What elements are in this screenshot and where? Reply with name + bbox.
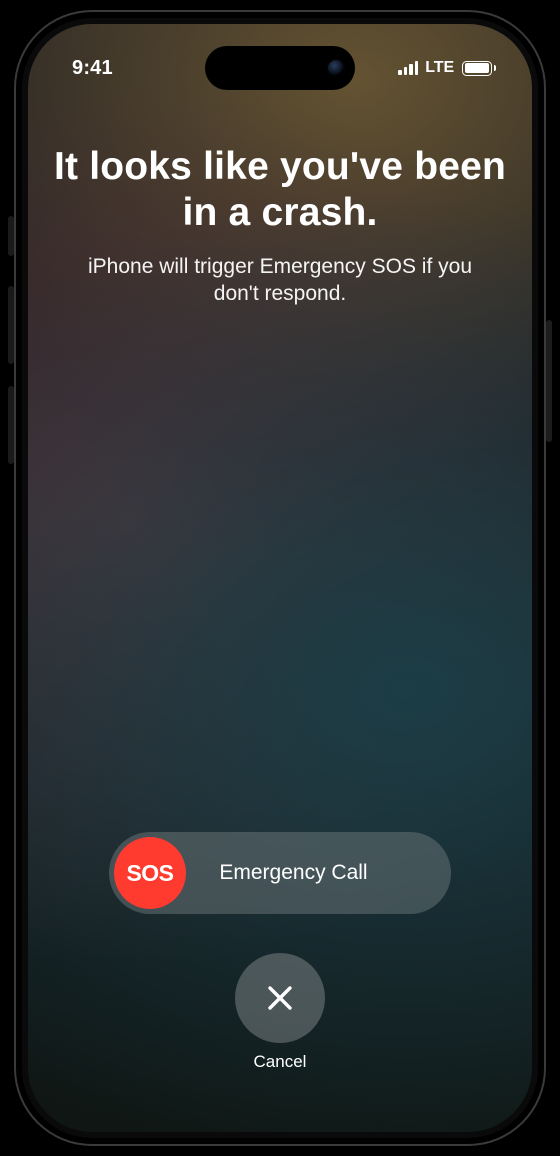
cancel-button[interactable]	[235, 953, 325, 1043]
page-subtitle: iPhone will trigger Emergency SOS if you…	[48, 254, 512, 308]
status-bar: 9:41 LTE	[28, 46, 532, 90]
phone-frame: 9:41 LTE It looks like you've been in a …	[14, 10, 546, 1146]
cancel-label: Cancel	[254, 1052, 307, 1072]
status-time: 9:41	[72, 57, 113, 80]
page-title: It looks like you've been in a crash.	[48, 144, 512, 236]
close-icon	[263, 981, 297, 1015]
battery-icon	[462, 61, 496, 76]
crash-detection-content: It looks like you've been in a crash. iP…	[28, 144, 532, 1132]
emergency-call-label: Emergency Call	[166, 861, 431, 885]
cancel-group: Cancel	[235, 953, 325, 1072]
screen: 9:41 LTE It looks like you've been in a …	[28, 24, 532, 1132]
side-power-button[interactable]	[546, 320, 552, 442]
network-type-label: LTE	[425, 59, 454, 77]
emergency-call-slider[interactable]: SOS Emergency Call	[109, 832, 451, 914]
cellular-signal-icon	[398, 61, 418, 75]
status-indicators: LTE	[398, 59, 496, 77]
